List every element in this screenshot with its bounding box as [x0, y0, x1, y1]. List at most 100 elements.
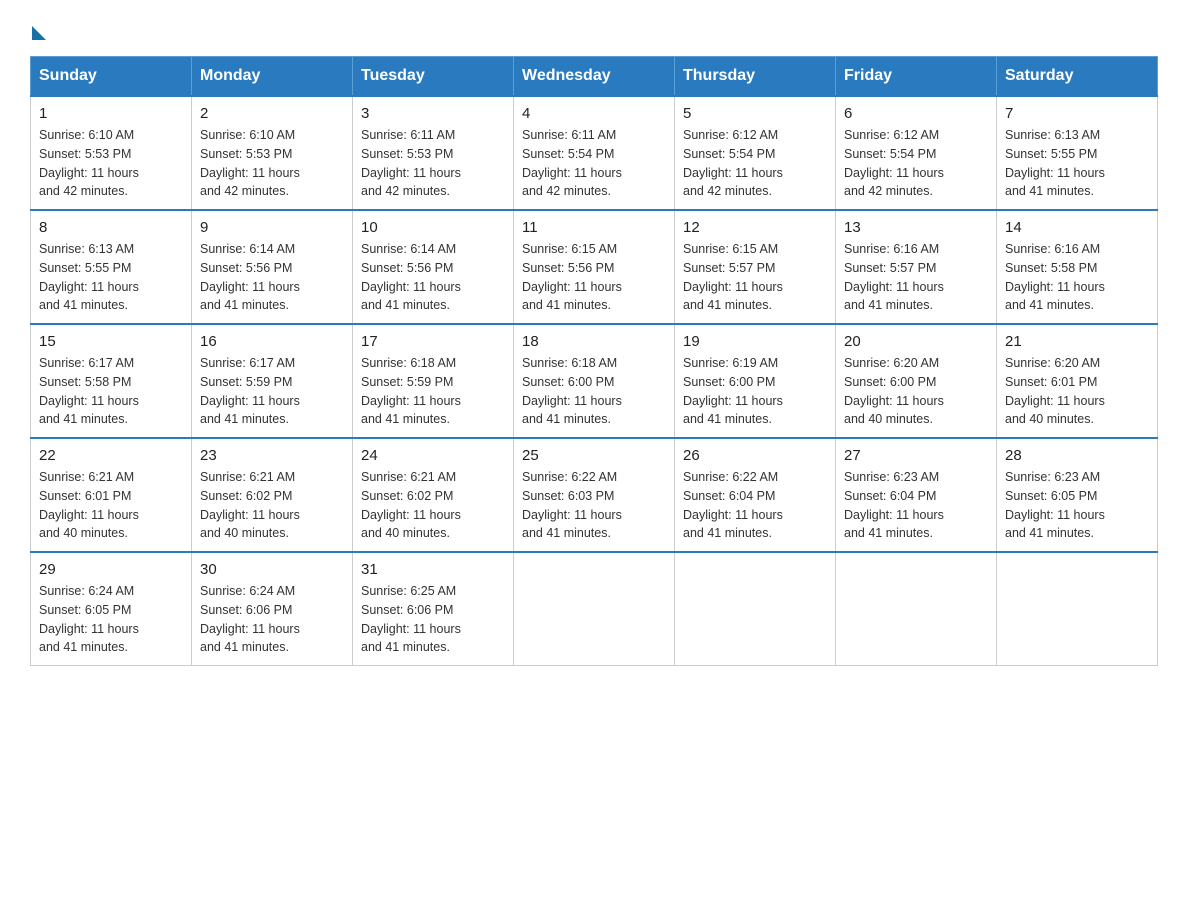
calendar-header-thursday: Thursday: [675, 57, 836, 97]
calendar-header-tuesday: Tuesday: [353, 57, 514, 97]
calendar-cell: [675, 552, 836, 666]
calendar-cell: [836, 552, 997, 666]
day-info: Sunrise: 6:18 AMSunset: 6:00 PMDaylight:…: [522, 354, 666, 429]
day-number: 28: [1005, 447, 1149, 464]
day-number: 17: [361, 333, 505, 350]
calendar-cell: 6 Sunrise: 6:12 AMSunset: 5:54 PMDayligh…: [836, 96, 997, 210]
calendar-cell: 23 Sunrise: 6:21 AMSunset: 6:02 PMDaylig…: [192, 438, 353, 552]
calendar-cell: 21 Sunrise: 6:20 AMSunset: 6:01 PMDaylig…: [997, 324, 1158, 438]
day-number: 25: [522, 447, 666, 464]
day-info: Sunrise: 6:22 AMSunset: 6:04 PMDaylight:…: [683, 468, 827, 543]
calendar-cell: 29 Sunrise: 6:24 AMSunset: 6:05 PMDaylig…: [31, 552, 192, 666]
day-info: Sunrise: 6:14 AMSunset: 5:56 PMDaylight:…: [200, 240, 344, 315]
calendar-week-row: 22 Sunrise: 6:21 AMSunset: 6:01 PMDaylig…: [31, 438, 1158, 552]
day-info: Sunrise: 6:10 AMSunset: 5:53 PMDaylight:…: [200, 126, 344, 201]
day-info: Sunrise: 6:24 AMSunset: 6:06 PMDaylight:…: [200, 582, 344, 657]
day-number: 22: [39, 447, 183, 464]
day-info: Sunrise: 6:23 AMSunset: 6:04 PMDaylight:…: [844, 468, 988, 543]
calendar-cell: 26 Sunrise: 6:22 AMSunset: 6:04 PMDaylig…: [675, 438, 836, 552]
day-info: Sunrise: 6:20 AMSunset: 6:00 PMDaylight:…: [844, 354, 988, 429]
day-info: Sunrise: 6:16 AMSunset: 5:57 PMDaylight:…: [844, 240, 988, 315]
day-number: 6: [844, 105, 988, 122]
calendar-cell: 24 Sunrise: 6:21 AMSunset: 6:02 PMDaylig…: [353, 438, 514, 552]
calendar-cell: 2 Sunrise: 6:10 AMSunset: 5:53 PMDayligh…: [192, 96, 353, 210]
day-number: 1: [39, 105, 183, 122]
day-info: Sunrise: 6:25 AMSunset: 6:06 PMDaylight:…: [361, 582, 505, 657]
calendar-cell: 18 Sunrise: 6:18 AMSunset: 6:00 PMDaylig…: [514, 324, 675, 438]
calendar-cell: 4 Sunrise: 6:11 AMSunset: 5:54 PMDayligh…: [514, 96, 675, 210]
day-info: Sunrise: 6:10 AMSunset: 5:53 PMDaylight:…: [39, 126, 183, 201]
calendar-table: SundayMondayTuesdayWednesdayThursdayFrid…: [30, 56, 1158, 666]
day-number: 9: [200, 219, 344, 236]
day-info: Sunrise: 6:12 AMSunset: 5:54 PMDaylight:…: [844, 126, 988, 201]
day-number: 3: [361, 105, 505, 122]
day-number: 15: [39, 333, 183, 350]
logo-arrow-icon: [32, 26, 46, 40]
day-info: Sunrise: 6:21 AMSunset: 6:02 PMDaylight:…: [200, 468, 344, 543]
calendar-cell: 8 Sunrise: 6:13 AMSunset: 5:55 PMDayligh…: [31, 210, 192, 324]
calendar-cell: 1 Sunrise: 6:10 AMSunset: 5:53 PMDayligh…: [31, 96, 192, 210]
day-number: 26: [683, 447, 827, 464]
day-info: Sunrise: 6:17 AMSunset: 5:58 PMDaylight:…: [39, 354, 183, 429]
day-info: Sunrise: 6:21 AMSunset: 6:01 PMDaylight:…: [39, 468, 183, 543]
day-number: 5: [683, 105, 827, 122]
day-number: 8: [39, 219, 183, 236]
logo-top: [30, 20, 46, 40]
day-info: Sunrise: 6:12 AMSunset: 5:54 PMDaylight:…: [683, 126, 827, 201]
day-info: Sunrise: 6:21 AMSunset: 6:02 PMDaylight:…: [361, 468, 505, 543]
calendar-cell: 17 Sunrise: 6:18 AMSunset: 5:59 PMDaylig…: [353, 324, 514, 438]
calendar-cell: 7 Sunrise: 6:13 AMSunset: 5:55 PMDayligh…: [997, 96, 1158, 210]
day-number: 29: [39, 561, 183, 578]
day-number: 4: [522, 105, 666, 122]
day-info: Sunrise: 6:15 AMSunset: 5:57 PMDaylight:…: [683, 240, 827, 315]
calendar-cell: 31 Sunrise: 6:25 AMSunset: 6:06 PMDaylig…: [353, 552, 514, 666]
calendar-cell: 5 Sunrise: 6:12 AMSunset: 5:54 PMDayligh…: [675, 96, 836, 210]
day-number: 2: [200, 105, 344, 122]
day-number: 21: [1005, 333, 1149, 350]
day-info: Sunrise: 6:23 AMSunset: 6:05 PMDaylight:…: [1005, 468, 1149, 543]
calendar-cell: 13 Sunrise: 6:16 AMSunset: 5:57 PMDaylig…: [836, 210, 997, 324]
calendar-header-wednesday: Wednesday: [514, 57, 675, 97]
calendar-cell: 15 Sunrise: 6:17 AMSunset: 5:58 PMDaylig…: [31, 324, 192, 438]
day-info: Sunrise: 6:13 AMSunset: 5:55 PMDaylight:…: [39, 240, 183, 315]
day-number: 12: [683, 219, 827, 236]
day-number: 11: [522, 219, 666, 236]
calendar-cell: 22 Sunrise: 6:21 AMSunset: 6:01 PMDaylig…: [31, 438, 192, 552]
day-number: 30: [200, 561, 344, 578]
day-info: Sunrise: 6:20 AMSunset: 6:01 PMDaylight:…: [1005, 354, 1149, 429]
calendar-cell: 20 Sunrise: 6:20 AMSunset: 6:00 PMDaylig…: [836, 324, 997, 438]
day-number: 24: [361, 447, 505, 464]
day-number: 10: [361, 219, 505, 236]
calendar-header-row: SundayMondayTuesdayWednesdayThursdayFrid…: [31, 57, 1158, 97]
page-header: [30, 20, 1158, 36]
day-info: Sunrise: 6:13 AMSunset: 5:55 PMDaylight:…: [1005, 126, 1149, 201]
calendar-week-row: 29 Sunrise: 6:24 AMSunset: 6:05 PMDaylig…: [31, 552, 1158, 666]
calendar-cell: 16 Sunrise: 6:17 AMSunset: 5:59 PMDaylig…: [192, 324, 353, 438]
day-info: Sunrise: 6:17 AMSunset: 5:59 PMDaylight:…: [200, 354, 344, 429]
day-number: 23: [200, 447, 344, 464]
calendar-cell: 10 Sunrise: 6:14 AMSunset: 5:56 PMDaylig…: [353, 210, 514, 324]
calendar-cell: 9 Sunrise: 6:14 AMSunset: 5:56 PMDayligh…: [192, 210, 353, 324]
calendar-week-row: 15 Sunrise: 6:17 AMSunset: 5:58 PMDaylig…: [31, 324, 1158, 438]
day-info: Sunrise: 6:11 AMSunset: 5:53 PMDaylight:…: [361, 126, 505, 201]
calendar-header-saturday: Saturday: [997, 57, 1158, 97]
calendar-cell: 3 Sunrise: 6:11 AMSunset: 5:53 PMDayligh…: [353, 96, 514, 210]
day-info: Sunrise: 6:19 AMSunset: 6:00 PMDaylight:…: [683, 354, 827, 429]
day-number: 18: [522, 333, 666, 350]
calendar-header-friday: Friday: [836, 57, 997, 97]
calendar-header-sunday: Sunday: [31, 57, 192, 97]
day-info: Sunrise: 6:11 AMSunset: 5:54 PMDaylight:…: [522, 126, 666, 201]
calendar-cell: 11 Sunrise: 6:15 AMSunset: 5:56 PMDaylig…: [514, 210, 675, 324]
day-number: 14: [1005, 219, 1149, 236]
day-info: Sunrise: 6:24 AMSunset: 6:05 PMDaylight:…: [39, 582, 183, 657]
calendar-cell: [997, 552, 1158, 666]
calendar-week-row: 8 Sunrise: 6:13 AMSunset: 5:55 PMDayligh…: [31, 210, 1158, 324]
calendar-cell: 12 Sunrise: 6:15 AMSunset: 5:57 PMDaylig…: [675, 210, 836, 324]
day-number: 31: [361, 561, 505, 578]
day-info: Sunrise: 6:14 AMSunset: 5:56 PMDaylight:…: [361, 240, 505, 315]
day-info: Sunrise: 6:16 AMSunset: 5:58 PMDaylight:…: [1005, 240, 1149, 315]
day-number: 7: [1005, 105, 1149, 122]
day-info: Sunrise: 6:15 AMSunset: 5:56 PMDaylight:…: [522, 240, 666, 315]
day-number: 13: [844, 219, 988, 236]
calendar-week-row: 1 Sunrise: 6:10 AMSunset: 5:53 PMDayligh…: [31, 96, 1158, 210]
